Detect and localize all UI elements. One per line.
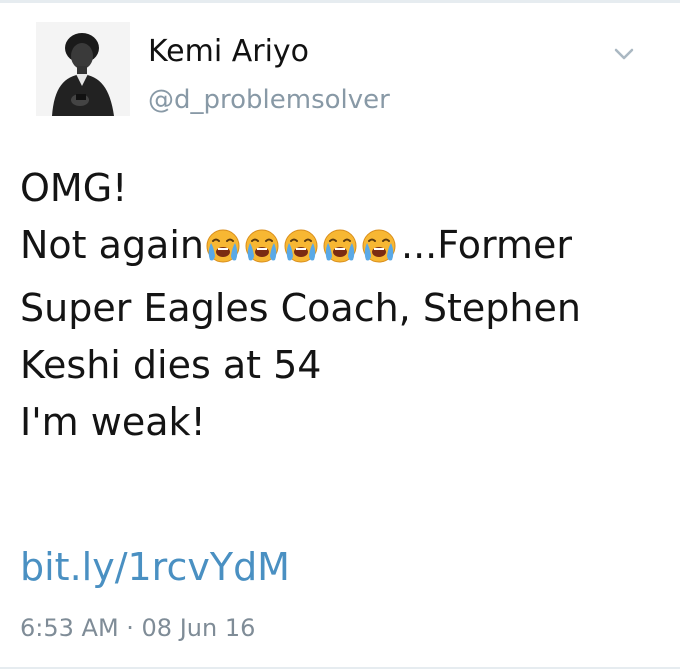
emoji-run <box>205 223 400 280</box>
profile-photo <box>36 22 130 116</box>
top-divider <box>0 0 680 3</box>
loudly-crying-face-icon <box>283 228 319 264</box>
tweet-link[interactable]: bit.ly/1rcvYdM <box>20 544 290 590</box>
chevron-down-icon[interactable] <box>612 44 636 64</box>
avatar[interactable] <box>36 22 130 116</box>
loudly-crying-face-icon <box>244 228 280 264</box>
user-handle[interactable]: @d_problemsolver <box>148 84 390 116</box>
tweet-text: OMG! Not again ...Former Super Eagles Coa… <box>20 160 660 451</box>
loudly-crying-face-icon <box>361 228 397 264</box>
loudly-crying-face-icon <box>205 228 241 264</box>
tweet-timestamp[interactable]: 6:53 AM · 08 Jun 16 <box>20 613 255 643</box>
tweet-line-1: OMG! <box>20 166 128 210</box>
tweet-line-2-end: ...Former <box>401 223 572 267</box>
tweet-line-3: Super Eagles Coach, Stephen <box>20 286 581 330</box>
tweet-line-2: Not again ...Former <box>20 217 660 280</box>
tweet-line-2-start: Not again <box>20 223 204 267</box>
tweet-line-5: I'm weak! <box>20 400 206 444</box>
tweet-line-4: Keshi dies at 54 <box>20 343 322 387</box>
display-name[interactable]: Kemi Ariyo <box>148 34 309 70</box>
loudly-crying-face-icon <box>322 228 358 264</box>
